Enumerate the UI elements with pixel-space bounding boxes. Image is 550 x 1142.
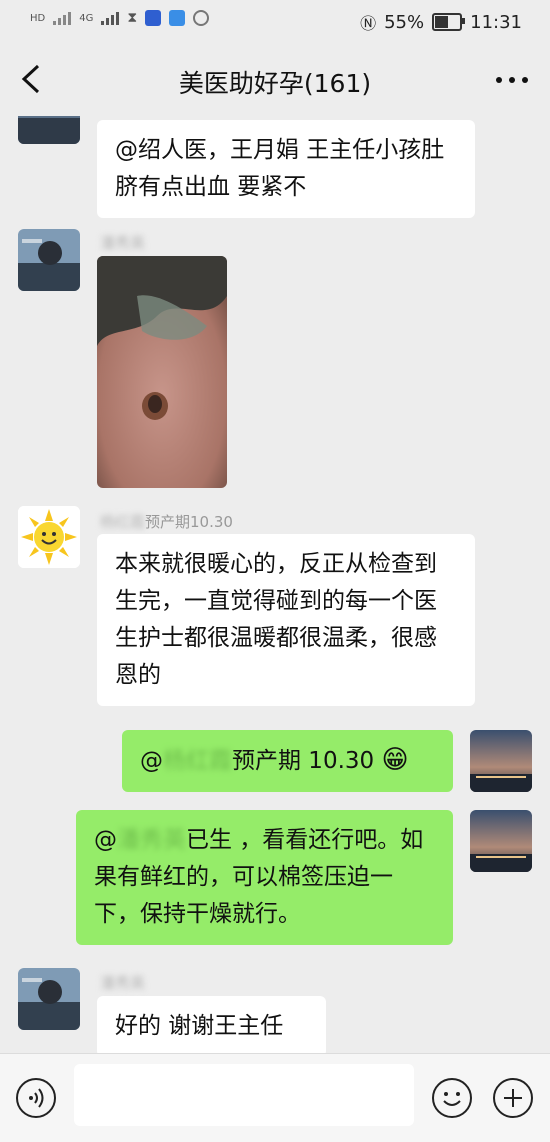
- my-avatar[interactable]: [470, 810, 532, 872]
- message-text: @绍人医，王月娟 王主任小孩肚脐有点出血 要紧不: [115, 137, 445, 200]
- plus-icon: [504, 1089, 522, 1107]
- mention-prefix: @: [140, 748, 163, 774]
- sender-name-text: 潘秀英: [100, 234, 146, 252]
- signal-icon: [53, 12, 72, 25]
- network-type: 4G: [79, 12, 94, 24]
- chat-title: 美医助好孕(161): [178, 69, 372, 98]
- sender-name-text: 潘秀英: [100, 974, 146, 992]
- signal-icon-2: [101, 12, 120, 25]
- sun-avatar-icon: [18, 506, 80, 568]
- hourglass-icon: ⧗: [127, 10, 138, 26]
- message-input[interactable]: [74, 1064, 414, 1126]
- message-list[interactable]: @绍人医，王月娟 王主任小孩肚脐有点出血 要紧不 潘秀英 杨红霞预产期10.30…: [0, 116, 550, 1054]
- voice-input-button[interactable]: [16, 1078, 56, 1118]
- avatar[interactable]: [18, 968, 80, 1030]
- app-icon-2: [169, 10, 186, 26]
- clock: 11:31: [470, 11, 522, 33]
- battery-percent: 55%: [384, 11, 425, 33]
- sender-name: 杨红霞预产期10.30: [100, 511, 233, 532]
- my-message-bubble[interactable]: @潘秀英已生 ，看看还行吧。如果有鲜红的，可以棉签压迫一下，保持干燥就行。: [76, 810, 453, 945]
- smiley-icon: [443, 1092, 461, 1106]
- avatar[interactable]: [18, 116, 80, 144]
- avatar[interactable]: [18, 229, 80, 291]
- sunset-avatar-image: [470, 810, 532, 872]
- status-bar: HD 4G ⧗ Ⓝ 55% 11:31: [0, 0, 550, 42]
- chat-header: 美医助好孕(161): [0, 42, 550, 116]
- message-text: 本来就很暖心的，反正从检查到生完，一直觉得碰到的每一个医生护士都很温暖都很温柔，…: [115, 551, 437, 688]
- mention-name: 潘秀英: [117, 827, 186, 853]
- sender-name: 潘秀英: [100, 972, 145, 993]
- battery-icon: [432, 13, 466, 31]
- sender-name-suffix: 预产期10.30: [145, 513, 233, 531]
- status-icons-left: HD 4G ⧗: [30, 10, 210, 26]
- hd-indicator: HD: [30, 12, 46, 24]
- emoji-button[interactable]: [432, 1078, 472, 1118]
- avatar-image: [18, 116, 80, 144]
- message-text: 预产期 10.30: [232, 748, 375, 774]
- voice-icon: [29, 1088, 44, 1108]
- mention-prefix: @: [94, 827, 117, 853]
- avatar-image: [18, 229, 80, 291]
- message-bubble[interactable]: @绍人医，王月娟 王主任小孩肚脐有点出血 要紧不: [97, 120, 475, 218]
- message-bubble[interactable]: 本来就很暖心的，反正从检查到生完，一直觉得碰到的每一个医生护士都很温暖都很温柔，…: [97, 534, 475, 706]
- sender-name-text: 杨红霞: [100, 513, 146, 531]
- more-functions-button[interactable]: [493, 1078, 533, 1118]
- input-bar: [0, 1053, 550, 1142]
- mention-name: 杨红霞: [163, 748, 232, 774]
- my-message-bubble[interactable]: @杨红霞预产期 10.30 😁: [122, 730, 453, 792]
- my-avatar[interactable]: [470, 730, 532, 792]
- sunset-avatar-image: [470, 730, 532, 792]
- message-bubble[interactable]: 好的 谢谢王主任: [97, 996, 326, 1054]
- app-icon-1: [145, 10, 162, 26]
- status-icons-right: Ⓝ 55% 11:31: [360, 10, 522, 34]
- more-options-icon[interactable]: [494, 72, 530, 88]
- loading-icon: [193, 10, 210, 26]
- navel-photo: [97, 256, 227, 488]
- nfc-icon: Ⓝ: [360, 14, 377, 33]
- avatar-image: [18, 968, 80, 1030]
- sender-name: 潘秀英: [100, 232, 145, 253]
- message-text: 好的 谢谢王主任: [115, 1013, 284, 1039]
- grin-emoji: 😁: [381, 745, 409, 775]
- photo-message[interactable]: [97, 256, 227, 488]
- avatar[interactable]: [18, 506, 80, 568]
